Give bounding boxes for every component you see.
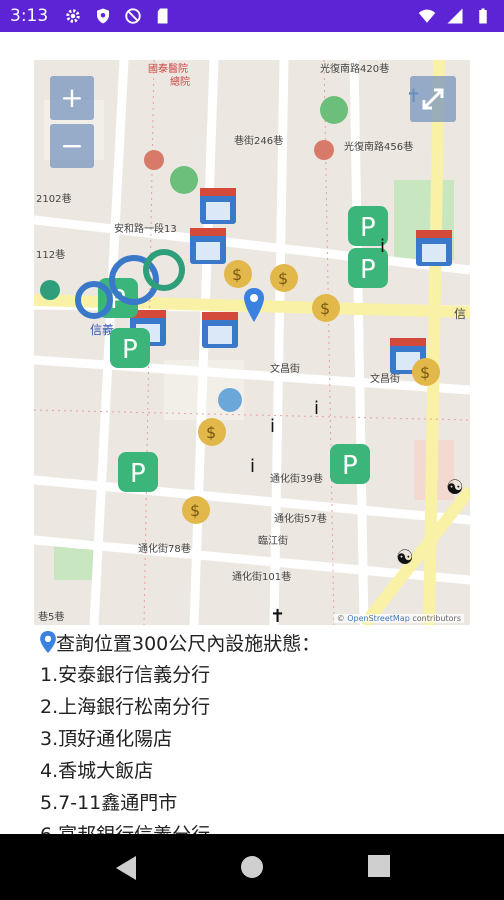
map-label-lane-102: 2102巷 [36, 193, 71, 205]
svg-text:P: P [360, 255, 376, 285]
map-tiles: 國泰醫院 總院 光復南路420巷 光復南路456巷 巷街246巷 2102巷 1… [34, 60, 470, 625]
map-label-anhe-road: 安和路一段13 [114, 222, 177, 235]
facility-list: 1.安泰銀行信義分行 2.上海銀行松南分行 3.頂好通化陽店 4.香城大飯店 5… [40, 659, 480, 851]
map-label-hospital-sub: 總院 [170, 75, 190, 88]
svg-text:$: $ [206, 423, 216, 442]
svg-text:P: P [360, 213, 376, 243]
bank-marker-icon [200, 188, 236, 224]
yin-yang-icon: ☯ [396, 545, 414, 569]
svg-text:$: $ [190, 501, 200, 520]
bank-marker-icon [190, 228, 226, 264]
map-attribution: © OpenStreetMap contributors [333, 614, 464, 623]
facility-header: 查詢位置300公尺內設施狀態： [40, 627, 480, 657]
facility-item: 3.頂好通化陽店 [40, 728, 173, 750]
home-button[interactable] [240, 855, 264, 879]
status-bar: 3:13 [0, 0, 504, 32]
facility-section: 查詢位置300公尺內設施狀態： 1.安泰銀行信義分行 2.上海銀行松南分行 3.… [40, 627, 480, 851]
facility-item: 1.安泰銀行信義分行 [40, 664, 211, 686]
recents-button[interactable] [368, 855, 390, 877]
facility-item: 4.香城大飯店 [40, 760, 154, 782]
map-label-tonghua-101: 通化街101巷 [232, 570, 291, 583]
battery-icon [479, 8, 487, 24]
map-label-tonghua-39: 通化街39巷 [270, 472, 323, 485]
map-label-lane-246: 巷街246巷 [234, 134, 283, 147]
wifi-icon [418, 9, 436, 23]
signal-icon [447, 8, 463, 24]
map-label-wenchang-left: 文昌街 [270, 362, 300, 375]
cross-marker-icon: ✝ [270, 606, 285, 625]
map-label-lane-112: 112巷 [36, 249, 65, 261]
info-marker-icon: i [314, 398, 319, 419]
map-label-hospital: 國泰醫院 [148, 62, 188, 75]
shield-icon [97, 8, 109, 24]
yin-yang-icon: ☯ [446, 475, 464, 499]
facility-header-text: 查詢位置300公尺內設施狀態： [56, 632, 321, 655]
svg-text:$: $ [232, 265, 242, 284]
coin-marker-icon: $ [312, 294, 340, 322]
facility-item: 5.7-11鑫通門市 [40, 792, 178, 814]
fullscreen-icon [422, 88, 444, 110]
bank-marker-icon [202, 312, 238, 348]
parking-marker-icon: P [330, 444, 370, 484]
zoom-out-button[interactable]: − [50, 124, 94, 168]
svg-text:$: $ [420, 363, 430, 382]
map-label-tonghua-57: 通化街57巷 [274, 512, 327, 525]
coin-marker-icon: $ [270, 264, 298, 292]
coin-marker-icon: $ [224, 260, 252, 288]
fullscreen-button[interactable] [410, 76, 456, 122]
coin-marker-icon: $ [412, 358, 440, 386]
no-disturb-icon [125, 8, 141, 24]
map-label-linjiang: 臨江街 [258, 534, 288, 547]
facility-item: 2.上海銀行松南分行 [40, 696, 211, 718]
map-label-guangfu-456: 光復南路456巷 [344, 140, 413, 153]
info-marker-icon: i [380, 236, 385, 257]
map-label-xinyi-right: 信 [454, 307, 466, 321]
back-button[interactable] [114, 855, 138, 881]
gear-icon [66, 9, 80, 23]
svg-text:P: P [130, 459, 146, 489]
svg-text:P: P [122, 335, 138, 365]
info-marker-icon: i [250, 456, 255, 477]
map-label-guangfu-420: 光復南路420巷 [320, 62, 389, 75]
svg-text:P: P [342, 451, 358, 481]
parking-marker-icon: P [110, 328, 150, 368]
info-marker-icon: i [270, 416, 275, 437]
location-pin-icon [40, 631, 56, 653]
map-view[interactable]: 國泰醫院 總院 光復南路420巷 光復南路456巷 巷街246巷 2102巷 1… [34, 60, 470, 625]
status-time: 3:13 [10, 6, 49, 26]
svg-text:$: $ [320, 299, 330, 318]
sd-card-icon [157, 8, 168, 24]
openstreetmap-link[interactable]: OpenStreetMap [347, 614, 410, 623]
map-label-tonghua-78: 通化街78巷 [138, 542, 191, 555]
zoom-in-button[interactable]: + [50, 76, 94, 120]
navigation-bar [0, 834, 504, 900]
parking-marker-icon: P [118, 452, 158, 492]
map-label-lane-5: 巷5巷 [38, 611, 64, 623]
bank-marker-icon [416, 230, 452, 266]
coin-marker-icon: $ [182, 496, 210, 524]
svg-text:$: $ [278, 269, 288, 288]
coin-marker-icon: $ [198, 418, 226, 446]
